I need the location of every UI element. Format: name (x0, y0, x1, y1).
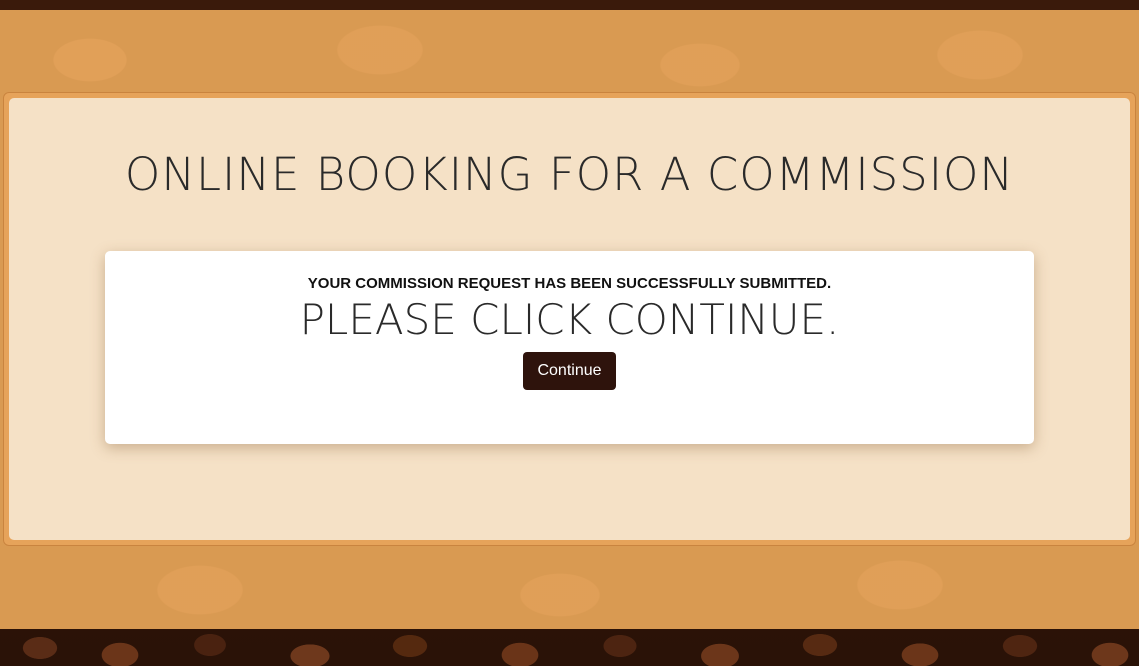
continue-button[interactable]: Continue (523, 352, 616, 390)
success-message: YOUR COMMISSION REQUEST HAS BEEN SUCCESS… (307, 275, 832, 292)
instruction-text: PLEASE CLICK CONTINUE. (299, 295, 840, 344)
confirmation-card: YOUR COMMISSION REQUEST HAS BEEN SUCCESS… (105, 251, 1034, 444)
page-title: ONLINE BOOKING FOR A COMMISSION (124, 148, 1015, 201)
